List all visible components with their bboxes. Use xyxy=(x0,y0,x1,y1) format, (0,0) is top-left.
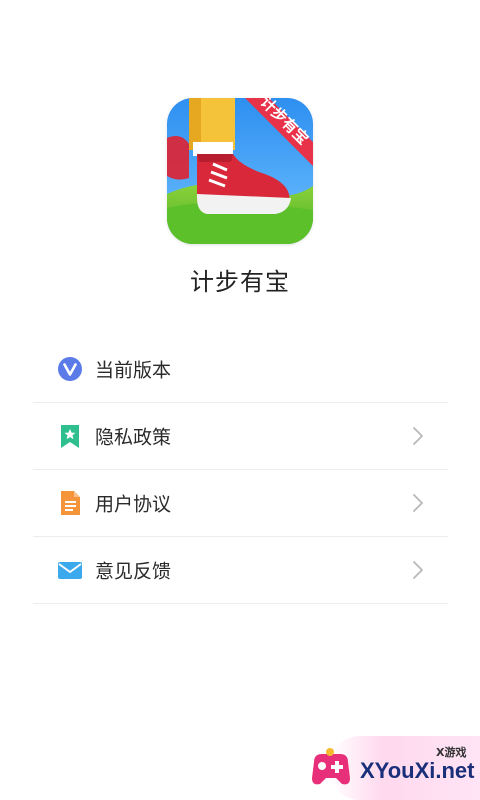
app-name: 计步有宝 xyxy=(190,268,290,296)
chevron-right-icon xyxy=(413,561,423,579)
bookmark-icon xyxy=(57,423,83,449)
menu-item-privacy-policy[interactable]: 隐私政策 xyxy=(33,403,448,470)
chevron-right-icon xyxy=(413,427,423,445)
version-v-icon xyxy=(57,356,83,382)
menu-item-current-version[interactable]: 当前版本 xyxy=(33,336,448,403)
menu-item-label: 当前版本 xyxy=(95,359,172,382)
menu-item-label: 隐私政策 xyxy=(95,426,172,449)
chevron-right-icon xyxy=(413,494,423,512)
mail-icon xyxy=(57,557,83,583)
settings-menu: 当前版本 隐私政策 用户协议 意见反馈 xyxy=(33,336,448,604)
app-icon: 计步有宝 xyxy=(167,98,313,244)
menu-item-label: 用户协议 xyxy=(95,493,172,516)
gamepad-logo-icon xyxy=(312,748,350,785)
menu-item-user-agreement[interactable]: 用户协议 xyxy=(33,470,448,537)
site-watermark: X游戏 XYouXi.net xyxy=(300,736,480,800)
document-icon xyxy=(57,490,83,516)
menu-item-label: 意见反馈 xyxy=(95,560,172,583)
sneaker-logo-icon: 计步有宝 xyxy=(167,98,313,244)
about-page: 计步有宝 计步有宝 当前版本 隐私政策 用户协议 意见反馈 X游戏 XYouXi… xyxy=(0,0,480,800)
menu-item-feedback[interactable]: 意见反馈 xyxy=(33,537,448,604)
watermark-site: XYouXi.net xyxy=(360,758,475,783)
